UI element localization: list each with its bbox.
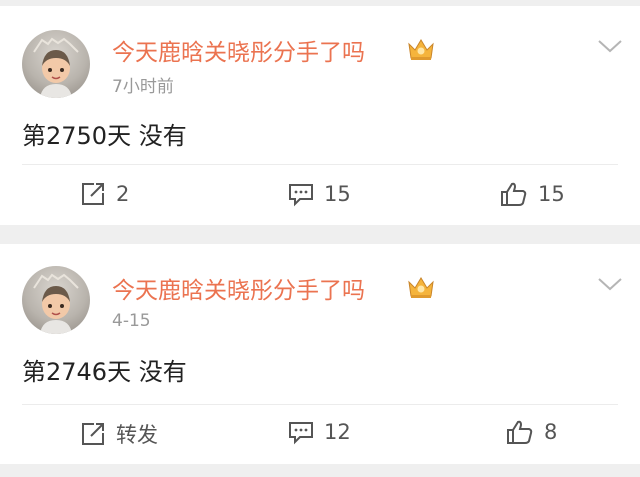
cartoon-girl-avatar bbox=[33, 37, 79, 98]
post-timestamp: 7小时前 bbox=[112, 77, 174, 97]
repost-icon bbox=[82, 183, 104, 205]
repost-icon bbox=[82, 423, 104, 445]
repost-button[interactable]: 转发 bbox=[80, 419, 158, 449]
chevron-down-icon[interactable] bbox=[597, 276, 623, 292]
thumbs-up-icon bbox=[507, 420, 533, 444]
comment-button[interactable]: 15 bbox=[288, 181, 351, 207]
post-timestamp: 4-15 bbox=[112, 311, 151, 331]
post-text: 第2750天 没有 bbox=[22, 122, 187, 150]
comment-icon bbox=[289, 422, 313, 445]
repost-count: 2 bbox=[116, 182, 130, 206]
username[interactable]: 今天鹿晗关晓彤分手了吗 bbox=[112, 271, 365, 305]
post-text: 第2746天 没有 bbox=[22, 358, 187, 386]
repost-button[interactable]: 2 bbox=[80, 181, 129, 207]
like-button[interactable]: 15 bbox=[500, 181, 565, 207]
like-count: 15 bbox=[538, 182, 565, 206]
feed-post: 今天鹿晗关晓彤分手了吗 4-15 第2746天 没有 转发 12 8 bbox=[0, 244, 640, 464]
chevron-down-icon[interactable] bbox=[597, 38, 623, 54]
username[interactable]: 今天鹿晗关晓彤分手了吗 bbox=[112, 33, 365, 67]
crown-badge-icon[interactable] bbox=[406, 274, 436, 300]
repost-label: 转发 bbox=[116, 423, 158, 447]
comment-icon bbox=[289, 184, 313, 207]
thumbs-up-icon bbox=[501, 182, 527, 206]
avatar[interactable] bbox=[22, 266, 90, 334]
comment-count: 12 bbox=[324, 420, 351, 444]
feed-post: 今天鹿晗关晓彤分手了吗 7小时前 第2750天 没有 2 15 15 bbox=[0, 6, 640, 225]
comment-button[interactable]: 12 bbox=[288, 419, 351, 445]
cartoon-girl-avatar bbox=[33, 273, 79, 334]
divider bbox=[22, 404, 618, 405]
comment-count: 15 bbox=[324, 182, 351, 206]
like-button[interactable]: 8 bbox=[506, 419, 557, 445]
crown-badge-icon[interactable] bbox=[406, 36, 436, 62]
like-count: 8 bbox=[544, 420, 558, 444]
avatar[interactable] bbox=[22, 30, 90, 98]
divider bbox=[22, 164, 618, 165]
